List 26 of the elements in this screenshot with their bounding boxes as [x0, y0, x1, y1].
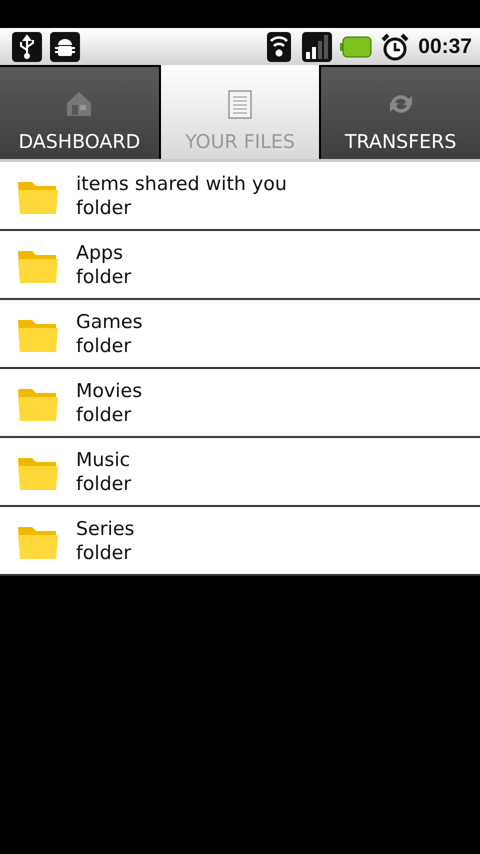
folder-name: Games — [76, 310, 142, 334]
item-type: folder — [76, 196, 132, 220]
folder-row[interactable]: Movies folder — [0, 369, 480, 438]
folder-row[interactable]: Games folder — [0, 300, 480, 369]
item-type: folder — [76, 334, 132, 358]
tab[interactable]: TRANSFERS — [321, 67, 480, 159]
signal-icon — [302, 32, 332, 62]
tab[interactable]: DASHBOARD — [0, 67, 159, 159]
folder-name: Music — [76, 448, 132, 472]
usb-icon — [12, 32, 42, 62]
alarm-clock-icon — [380, 32, 410, 62]
item-type: folder — [76, 472, 132, 496]
folder-name: Movies — [76, 378, 142, 402]
item-type: folder — [76, 264, 132, 288]
item-type: folder — [76, 402, 132, 426]
folder-name: Series — [76, 516, 134, 540]
folder-row[interactable]: items shared with you folder — [0, 162, 480, 231]
android-bug-icon — [50, 32, 80, 62]
clock-time: 00:37 — [418, 34, 472, 58]
folder-row[interactable]: Series folder — [0, 507, 480, 576]
battery-icon — [340, 36, 372, 58]
folder-row[interactable]: Music folder — [0, 438, 480, 507]
folder-name: Apps — [76, 240, 124, 264]
item-type: folder — [76, 540, 132, 564]
folder-row[interactable]: Apps folder — [0, 231, 480, 300]
folder-name: items shared with you — [76, 172, 287, 196]
